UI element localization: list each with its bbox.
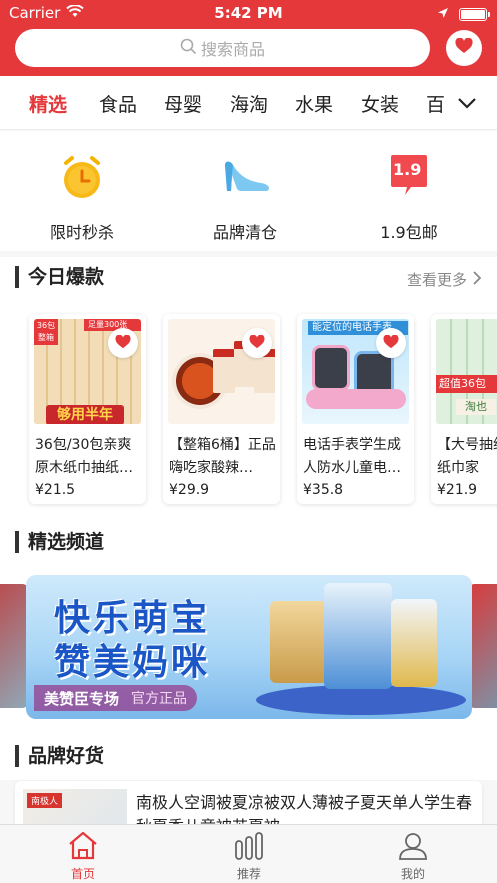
product-badge: 36包整箱 bbox=[34, 319, 58, 345]
quick-link-brand-clearance[interactable]: 品牌清仓 bbox=[185, 153, 305, 243]
brand-logo: 南极人 bbox=[27, 793, 63, 808]
header-bar: Carrier 5:42 PM 搜索商品 bbox=[0, 0, 497, 76]
search-placeholder: 搜索商品 bbox=[200, 40, 265, 59]
app-screen: Carrier 5:42 PM 搜索商品 精选 食品 母婴 海淘 水果 女装 百… bbox=[0, 0, 497, 883]
search-input[interactable]: 搜索商品 bbox=[15, 29, 430, 67]
favorite-button[interactable] bbox=[376, 328, 406, 358]
banner-tag-sub: 官方正品 bbox=[131, 691, 188, 707]
battery-icon bbox=[459, 7, 490, 21]
view-more-link[interactable]: 查看更多 bbox=[406, 269, 482, 290]
product-overlay: 超值36包 bbox=[436, 375, 497, 393]
expand-categories-button[interactable] bbox=[447, 88, 487, 118]
channel-banner-carousel[interactable]: 快乐萌宝 赞美妈咪 美赞臣专场 官方正品 bbox=[0, 566, 497, 736]
channel-banner[interactable]: 快乐萌宝 赞美妈咪 美赞臣专场 官方正品 bbox=[26, 575, 472, 719]
product-overlay-bottom: 够用半年 bbox=[46, 405, 124, 424]
status-right bbox=[437, 5, 490, 23]
alarm-clock-icon bbox=[58, 153, 106, 201]
product-title: 【大号抽纸】也纸巾家 bbox=[437, 437, 497, 476]
location-arrow-icon bbox=[437, 5, 449, 23]
brand-section-title: 品牌好货 bbox=[15, 745, 104, 767]
chevron-right-icon bbox=[473, 270, 482, 289]
favorite-button[interactable] bbox=[108, 328, 138, 358]
product-price: ¥21.9 bbox=[437, 482, 478, 498]
banner-subheadline: 赞美妈咪 bbox=[54, 642, 211, 683]
heart-icon bbox=[115, 334, 131, 353]
tab-profile[interactable]: 我的 bbox=[373, 831, 453, 882]
favorites-button[interactable] bbox=[446, 30, 482, 66]
clock: 5:42 PM bbox=[214, 4, 283, 22]
quick-links: 限时秒杀 品牌清仓 1.9 1.9包邮 bbox=[0, 131, 497, 251]
banner-tag-label: 美赞臣专场 bbox=[44, 689, 120, 708]
tab-womens-wear[interactable]: 女装 bbox=[361, 90, 399, 117]
product-title: 36包/30包亲爽原木纸巾抽纸… bbox=[35, 437, 133, 476]
heart-icon bbox=[455, 37, 473, 58]
high-heel-icon bbox=[221, 153, 269, 201]
tab-home-label: 首页 bbox=[70, 867, 95, 881]
quick-link-label: 限时秒杀 bbox=[49, 223, 114, 242]
product-card[interactable]: 【整箱6桶】正品嗨吃家酸辣… ¥29.9 bbox=[163, 314, 280, 504]
tab-fruit[interactable]: 水果 bbox=[295, 90, 333, 117]
quick-link-label: 1.9包邮 bbox=[380, 223, 438, 242]
view-more-label: 查看更多 bbox=[406, 271, 467, 289]
product-price: ¥35.8 bbox=[303, 482, 344, 498]
product-title: 电话手表学生成人防水儿童电… bbox=[303, 437, 401, 476]
product-card[interactable]: 能定位的电话手表 电话手表学生成人防水儿童电… ¥35.8 bbox=[297, 314, 414, 504]
hot-section-title: 今日爆款 bbox=[15, 266, 104, 288]
hot-products-carousel[interactable]: 36包整箱 足量300张 够用半年 36包/30包亲爽原木纸巾抽纸… ¥21.5… bbox=[0, 297, 497, 522]
price-tag-icon: 1.9 bbox=[385, 153, 433, 201]
tab-home[interactable]: 首页 bbox=[43, 831, 123, 882]
home-icon bbox=[69, 831, 97, 860]
price-badge-text: 1.9 bbox=[393, 160, 422, 179]
tab-mother-baby[interactable]: 母婴 bbox=[164, 90, 202, 117]
user-icon bbox=[399, 833, 427, 860]
bottom-tab-bar: 首页 推荐 我的 bbox=[0, 824, 497, 883]
product-overlay-top: 足量300张 bbox=[84, 319, 141, 331]
product-price: ¥29.9 bbox=[169, 482, 210, 498]
channel-section-title: 精选频道 bbox=[15, 531, 104, 553]
hot-section-header: 今日爆款 查看更多 bbox=[0, 257, 497, 301]
product-card[interactable]: 超值36包 淘也 【大号抽纸】也纸巾家 ¥21.9 bbox=[431, 314, 497, 504]
tab-recommend-label: 推荐 bbox=[236, 867, 261, 881]
favorite-button[interactable] bbox=[242, 328, 272, 358]
product-title: 【整箱6桶】正品嗨吃家酸辣… bbox=[169, 437, 276, 476]
heart-icon bbox=[383, 334, 399, 353]
tab-featured[interactable]: 精选 bbox=[29, 90, 67, 117]
status-bar: Carrier 5:42 PM bbox=[0, 0, 497, 26]
bars-icon bbox=[235, 832, 263, 860]
product-card[interactable]: 36包整箱 足量300张 够用半年 36包/30包亲爽原木纸巾抽纸… ¥21.5 bbox=[29, 314, 146, 504]
heart-icon bbox=[249, 334, 265, 353]
product-image: 超值36包 淘也 bbox=[436, 319, 497, 424]
channel-section-header: 精选频道 bbox=[0, 522, 497, 566]
product-price: ¥21.5 bbox=[35, 482, 76, 498]
quick-link-label: 品牌清仓 bbox=[212, 223, 277, 242]
product-overlay-bottom: 淘也 bbox=[456, 399, 496, 415]
tab-recommend[interactable]: 推荐 bbox=[209, 831, 289, 882]
chevron-down-icon bbox=[457, 94, 477, 113]
tab-profile-label: 我的 bbox=[400, 867, 425, 881]
brand-section-header: 品牌好货 bbox=[0, 736, 497, 780]
tab-general[interactable]: 百 bbox=[426, 90, 445, 117]
tab-food[interactable]: 食品 bbox=[99, 90, 137, 117]
search-icon bbox=[180, 38, 197, 59]
quick-link-free-shipping[interactable]: 1.9 1.9包邮 bbox=[349, 153, 469, 243]
category-tabs: 精选 食品 母婴 海淘 水果 女装 百 bbox=[0, 76, 497, 130]
tab-overseas[interactable]: 海淘 bbox=[230, 90, 268, 117]
quick-link-flash-sale[interactable]: 限时秒杀 bbox=[22, 153, 142, 243]
banner-tag: 美赞臣专场 官方正品 bbox=[34, 685, 198, 711]
